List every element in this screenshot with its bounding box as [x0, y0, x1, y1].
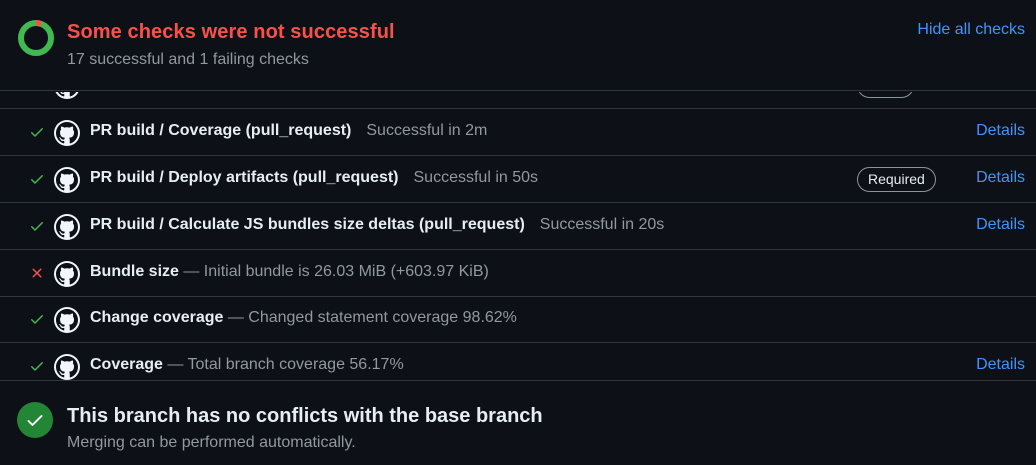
checks-panel: Some checks were not successful 17 succe…: [0, 0, 1036, 465]
check-name: Coverage: [90, 356, 163, 373]
details-link[interactable]: Details: [976, 169, 1025, 187]
github-icon: [54, 120, 80, 146]
check-icon: [28, 217, 46, 235]
github-icon: [54, 307, 80, 333]
check-description: Total branch coverage 56.17%: [187, 356, 404, 373]
check-name: PR build / Calculate JS bundles size del…: [90, 216, 525, 233]
check-row: Bundle size — Initial bundle is 26.03 Mi…: [0, 250, 1036, 297]
check-icon: [28, 170, 46, 188]
merge-subtitle: Merging can be performed automatically.: [67, 434, 356, 451]
checks-title: Some checks were not successful: [67, 21, 395, 43]
check-description: Successful in 20s: [539, 216, 665, 233]
check-text: Bundle size — Initial bundle is 26.03 Mi…: [90, 263, 489, 281]
github-icon: [54, 214, 80, 240]
checks-header: Some checks were not successful 17 succe…: [0, 0, 1036, 91]
github-icon: [54, 92, 80, 99]
check-row: Coverage — Total branch coverage 56.17% D…: [0, 343, 1036, 380]
progress-ring-icon: [18, 20, 54, 56]
required-badge-partial: [857, 92, 915, 98]
check-row: PR build / Calculate JS bundles size del…: [0, 203, 1036, 250]
check-circle-icon: [17, 402, 53, 438]
check-row: PR build / Coverage (pull_request) Succes…: [0, 109, 1036, 156]
check-name: PR build / Deploy artifacts (pull_reques…: [90, 169, 399, 186]
merge-status: This branch has no conflicts with the ba…: [0, 380, 1036, 465]
check-icon: [28, 310, 46, 328]
check-separator: —: [178, 263, 204, 280]
merge-title: This branch has no conflicts with the ba…: [67, 405, 543, 427]
github-icon: [54, 261, 80, 287]
check-text: PR build / Deploy artifacts (pull_reques…: [90, 169, 538, 187]
check-name: Change coverage: [90, 309, 224, 326]
check-description: Initial bundle is 26.03 MiB (+603.97 KiB…: [203, 263, 489, 280]
check-row: PR build / Deploy artifacts (pull_reques…: [0, 156, 1036, 203]
x-icon: [28, 264, 46, 282]
check-description: Successful in 50s: [413, 169, 539, 186]
check-text: Coverage — Total branch coverage 56.17%: [90, 356, 404, 374]
check-row-partial: [0, 92, 1036, 109]
checks-list[interactable]: PR build / Coverage (pull_request) Succes…: [0, 92, 1036, 380]
details-link[interactable]: Details: [976, 216, 1025, 234]
details-link[interactable]: Details: [976, 122, 1025, 140]
check-text: PR build / Calculate JS bundles size del…: [90, 216, 664, 234]
required-badge: Required: [857, 167, 936, 192]
check-icon: [28, 357, 46, 375]
hide-all-checks-link[interactable]: Hide all checks: [917, 21, 1025, 39]
check-name: Bundle size: [90, 263, 179, 280]
check-text: PR build / Coverage (pull_request) Succes…: [90, 122, 487, 140]
check-icon: [28, 123, 46, 141]
checks-summary: 17 successful and 1 failing checks: [67, 51, 309, 68]
check-separator: —: [162, 356, 188, 373]
details-link[interactable]: Details: [976, 356, 1025, 374]
check-text: Change coverage — Changed statement cove…: [90, 309, 517, 327]
check-separator: —: [223, 309, 249, 326]
check-description: Changed statement coverage 98.62%: [248, 309, 517, 326]
github-icon: [54, 354, 80, 380]
check-description: Successful in 2m: [366, 122, 488, 139]
github-icon: [54, 167, 80, 193]
check-row: Change coverage — Changed statement cove…: [0, 296, 1036, 343]
check-name: PR build / Coverage (pull_request): [90, 122, 352, 139]
